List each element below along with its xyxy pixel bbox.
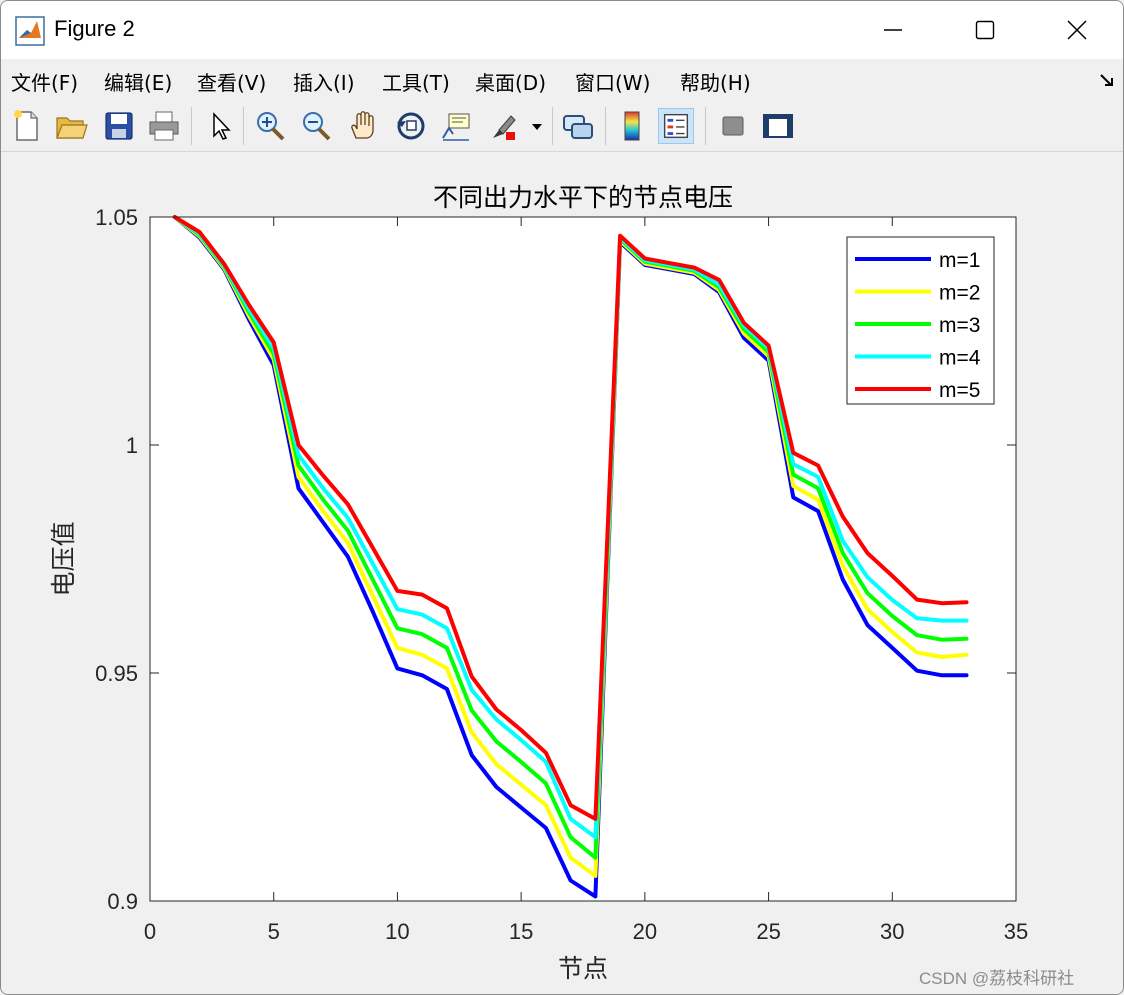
show-plot-tools-icon[interactable] bbox=[760, 108, 796, 144]
open-file-icon[interactable] bbox=[53, 108, 89, 144]
voltage-line-chart[interactable]: 0 5 10 15 20 25 30 35 0.9 0.95 1 1.05 不同出力水平下的节点电压节点… bbox=[1, 152, 1123, 994]
watermark: CSDN @荔枝科研社 bbox=[919, 969, 1075, 988]
pan-icon[interactable] bbox=[346, 108, 382, 144]
hide-plot-tools-icon[interactable] bbox=[715, 108, 751, 144]
chevron-down-icon[interactable] bbox=[527, 108, 547, 144]
toolbar-separator bbox=[605, 107, 606, 145]
x-tick-label: 10 bbox=[385, 919, 409, 944]
x-axis-label: 节点 bbox=[558, 955, 608, 983]
legend-button[interactable] bbox=[658, 108, 694, 144]
menu-file[interactable]: 文件(F) bbox=[11, 67, 78, 96]
zoom-in-icon[interactable] bbox=[253, 108, 289, 144]
colorbar-icon[interactable] bbox=[614, 108, 650, 144]
toolbar-separator bbox=[552, 107, 553, 145]
legend-icon bbox=[663, 113, 689, 139]
menu-view[interactable]: 查看(V) bbox=[197, 67, 266, 96]
menu-bar: 文件(F) 编辑(E) 查看(V) 插入(I) 工具(T) 桌面(D) 窗口(W… bbox=[1, 59, 1123, 101]
toolbar-separator bbox=[191, 107, 192, 145]
rotate-3d-icon[interactable] bbox=[393, 108, 429, 144]
figure-canvas-area: 0 5 10 15 20 25 30 35 0.9 0.95 1 1.05 不同出力水平下的节点电压 节点… bbox=[1, 152, 1123, 994]
x-tick-label: 30 bbox=[880, 919, 904, 944]
x-tick-label: 5 bbox=[268, 919, 280, 944]
legend-label: m=4 bbox=[939, 347, 981, 370]
x-tick-label: 0 bbox=[144, 919, 156, 944]
save-icon[interactable] bbox=[101, 108, 137, 144]
matlab-logo-icon bbox=[15, 16, 45, 46]
window-title: Figure 2 bbox=[54, 16, 135, 41]
minimize-icon bbox=[884, 29, 902, 31]
print-icon[interactable] bbox=[146, 108, 182, 144]
title-bar: Figure 2 bbox=[1, 1, 1123, 59]
zoom-out-icon[interactable] bbox=[299, 108, 335, 144]
close-button[interactable] bbox=[1031, 1, 1123, 59]
pointer-icon[interactable] bbox=[203, 108, 239, 144]
dock-arrow-icon[interactable] bbox=[1098, 71, 1116, 89]
y-tick-label: 0.95 bbox=[95, 661, 138, 686]
minimize-button[interactable] bbox=[847, 1, 939, 59]
y-tick-label: 0.9 bbox=[107, 889, 138, 914]
brush-icon[interactable] bbox=[485, 108, 521, 144]
toolbar-separator bbox=[705, 107, 706, 145]
maximize-button[interactable] bbox=[939, 1, 1031, 59]
x-tick-label: 15 bbox=[509, 919, 533, 944]
legend-label: m=5 bbox=[939, 379, 980, 402]
new-figure-icon[interactable] bbox=[9, 108, 45, 144]
maximize-icon bbox=[975, 20, 995, 40]
menu-help[interactable]: 帮助(H) bbox=[680, 67, 751, 96]
chart-title: 不同出力水平下的节点电压 bbox=[433, 184, 733, 212]
toolbar-separator bbox=[243, 107, 244, 145]
y-tick-label: 1 bbox=[126, 433, 138, 458]
menu-tools[interactable]: 工具(T) bbox=[382, 67, 450, 96]
menu-insert[interactable]: 插入(I) bbox=[293, 67, 355, 96]
menu-edit[interactable]: 编辑(E) bbox=[104, 67, 172, 96]
menu-window[interactable]: 窗口(W) bbox=[575, 67, 650, 96]
x-tick-label: 20 bbox=[633, 919, 657, 944]
y-axis-label: 电压值 bbox=[50, 521, 78, 596]
y-tick-label: 1.05 bbox=[95, 205, 138, 230]
legend-label: m=2 bbox=[939, 282, 980, 305]
legend-label: m=1 bbox=[939, 249, 980, 272]
figure-window: Figure 2 文件(F) 编辑(E) 查看(V) 插入(I) 工具(T) 桌… bbox=[0, 0, 1124, 995]
legend-label: m=3 bbox=[939, 314, 980, 337]
data-cursor-icon[interactable] bbox=[439, 108, 475, 144]
menu-desktop[interactable]: 桌面(D) bbox=[475, 67, 546, 96]
close-icon bbox=[1067, 20, 1087, 40]
toolbar bbox=[1, 101, 1123, 152]
x-tick-label: 25 bbox=[756, 919, 780, 944]
link-plot-icon[interactable] bbox=[560, 108, 596, 144]
x-tick-label: 35 bbox=[1004, 919, 1028, 944]
